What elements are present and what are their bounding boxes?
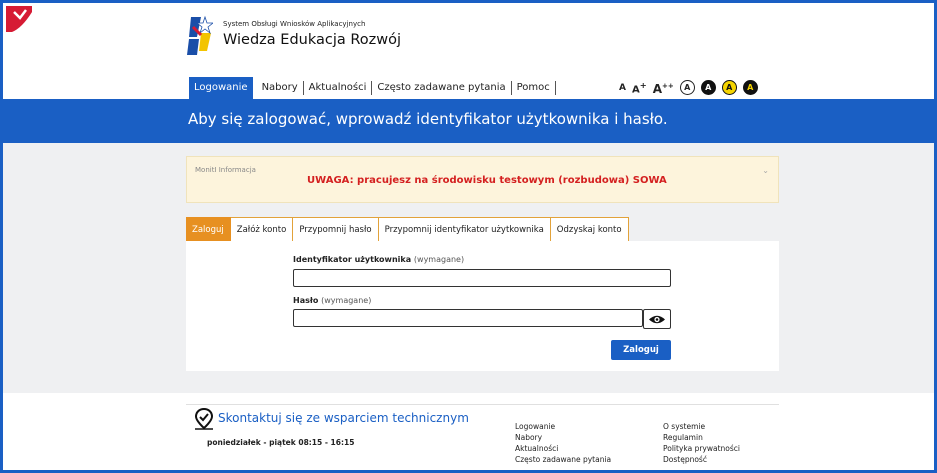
eye-icon — [649, 315, 665, 323]
font-size-large-letter: A — [652, 82, 662, 97]
chevron-down-icon[interactable]: ⌄ — [762, 166, 769, 175]
footer-links-col1: Logowanie Nabory Aktualności Często zada… — [515, 422, 611, 465]
footer-divider — [186, 404, 779, 405]
show-password-button[interactable] — [643, 309, 671, 329]
contrast-default-button[interactable]: A — [679, 80, 695, 96]
password-label-text: Hasło — [293, 296, 319, 305]
font-size-medium-letter: A — [631, 84, 640, 96]
contrast-black-yellow-button[interactable]: A — [742, 80, 758, 96]
contrast-black-white-button[interactable]: A — [700, 80, 716, 96]
footer-link-nabory[interactable]: Nabory — [515, 433, 611, 443]
contrast-yellow-black-button[interactable]: A — [721, 80, 737, 96]
username-input[interactable] — [293, 269, 671, 287]
banner-text: Aby się zalogować, wprowadź identyfikato… — [188, 110, 668, 128]
nav-item-logowanie[interactable]: Logowanie — [189, 77, 253, 99]
login-tabs: Zaloguj Załóż konto Przypomnij hasło Prz… — [186, 217, 629, 241]
nav-item-faq[interactable]: Często zadawane pytania — [372, 81, 512, 95]
support-title[interactable]: Skontaktuj się ze wsparciem technicznym — [218, 411, 469, 425]
footer-link-o-systemie[interactable]: O systemie — [663, 422, 740, 432]
tab-odzyskaj-konto[interactable]: Odzyskaj konto — [550, 217, 629, 241]
support-hours: poniedziałek - piątek 08:15 - 16:15 — [207, 438, 355, 447]
font-size-medium-sup: + — [639, 80, 647, 90]
eu-funds-logo-icon — [187, 15, 213, 55]
notice-text: UWAGA: pracujesz na środowisku testowym … — [307, 175, 667, 186]
app-header: System Obsługi Wniosków Aplikacyjnych Wi… — [187, 15, 487, 65]
password-label: Hasło (wymagane) — [293, 296, 371, 305]
app-title: Wiedza Edukacja Rozwój — [223, 32, 402, 48]
username-required: (wymagane) — [413, 255, 465, 264]
footer-link-aktualnosci[interactable]: Aktualności — [515, 444, 611, 454]
footer-link-faq[interactable]: Często zadawane pytania — [515, 455, 611, 465]
test-environment-notice[interactable]: MonitI Informacja UWAGA: pracujesz na śr… — [186, 156, 779, 203]
login-form: Identyfikator użytkownika (wymagane) Has… — [186, 241, 779, 371]
nav-item-pomoc[interactable]: Pomoc — [512, 81, 556, 95]
tab-zaloz-konto[interactable]: Załóż konto — [230, 217, 294, 241]
corner-badge-icon — [6, 6, 32, 32]
nav-item-aktualnosci[interactable]: Aktualności — [304, 81, 373, 95]
font-size-medium-button[interactable]: A+ — [632, 75, 647, 100]
page-banner: Aby się zalogować, wprowadź identyfikato… — [3, 99, 934, 143]
footer-link-dostepnosc[interactable]: Dostępność — [663, 455, 740, 465]
nav-item-nabory[interactable]: Nabory — [257, 81, 304, 95]
tab-zaloguj[interactable]: Zaloguj — [186, 217, 231, 241]
notice-label: MonitI Informacja — [195, 166, 256, 174]
footer-link-regulamin[interactable]: Regulamin — [663, 433, 740, 443]
accessibility-toolbar: A A+ A++ A A A A — [619, 75, 758, 100]
tab-przypomnij-haslo[interactable]: Przypomnij hasło — [293, 217, 379, 241]
main-nav: Logowanie Nabory Aktualności Często zada… — [189, 77, 556, 99]
tab-przypomnij-identyfikator[interactable]: Przypomnij identyfikator użytkownika — [378, 217, 551, 241]
app-subtitle: System Obsługi Wniosków Aplikacyjnych — [223, 20, 366, 28]
login-button[interactable]: Zaloguj — [611, 340, 671, 360]
font-size-large-sup: ++ — [662, 82, 674, 91]
footer-link-polityka[interactable]: Polityka prywatności — [663, 444, 740, 454]
font-size-large-button[interactable]: A++ — [653, 76, 674, 99]
username-label: Identyfikator użytkownika (wymagane) — [293, 255, 464, 264]
password-input[interactable] — [293, 309, 643, 327]
footer-link-logowanie[interactable]: Logowanie — [515, 422, 611, 432]
password-required: (wymagane) — [321, 296, 372, 305]
username-label-text: Identyfikator użytkownika — [293, 255, 412, 264]
font-size-small-button[interactable]: A — [619, 78, 626, 98]
location-pin-icon — [194, 408, 214, 430]
footer-links-col2: O systemie Regulamin Polityka prywatnośc… — [663, 422, 740, 465]
